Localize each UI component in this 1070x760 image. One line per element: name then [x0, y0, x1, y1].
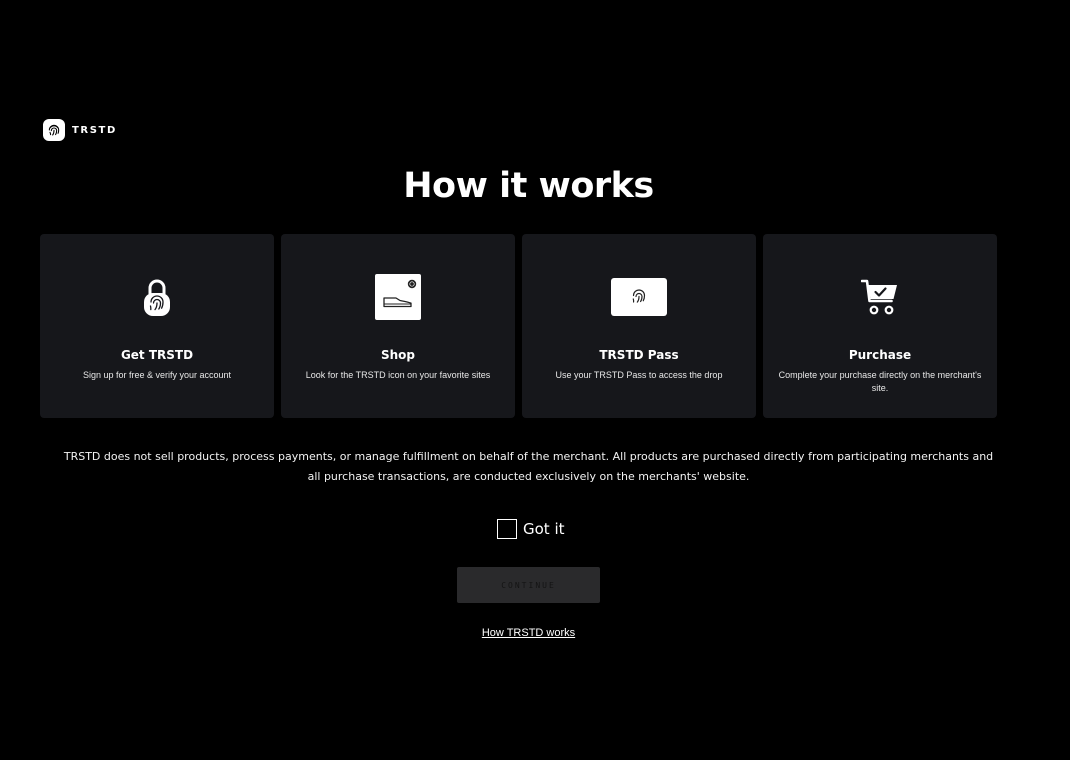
- step-title: TRSTD Pass: [599, 348, 679, 362]
- step-card-shop: Shop Look for the TRSTD icon on your fav…: [281, 234, 515, 418]
- step-card-purchase: Purchase Complete your purchase directly…: [763, 234, 997, 418]
- step-description: Sign up for free & verify your account: [82, 370, 232, 380]
- brand-logo[interactable]: TRSTD: [43, 119, 117, 141]
- got-it-checkbox-row[interactable]: Got it: [497, 519, 565, 539]
- pass-card-icon: [522, 274, 756, 320]
- page-title: How it works: [403, 166, 654, 206]
- how-trstd-works-link[interactable]: How TRSTD works: [482, 627, 575, 639]
- step-title: Get TRSTD: [120, 348, 194, 362]
- how-trstd-works-row: How TRSTD works: [0, 623, 1057, 641]
- brand-name: TRSTD: [72, 124, 117, 136]
- step-title: Shop: [380, 348, 416, 362]
- continue-button[interactable]: CONTINUE: [457, 567, 600, 603]
- steps-list: Get TRSTD Sign up for free & verify your…: [40, 234, 997, 418]
- step-description: Use your TRSTD Pass to access the drop: [555, 370, 723, 380]
- fingerprint-lock-icon: [40, 274, 274, 320]
- how-it-works-page: TRSTD How it works Get TRSTD Sign up for…: [0, 0, 1070, 760]
- step-card-get-trstd: Get TRSTD Sign up for free & verify your…: [40, 234, 274, 418]
- step-card-trstd-pass: TRSTD Pass Use your TRSTD Pass to access…: [522, 234, 756, 418]
- merchant-disclaimer: TRSTD does not sell products, process pa…: [63, 450, 994, 483]
- step-title: Purchase: [848, 348, 912, 362]
- step-description: Look for the TRSTD icon on your favorite…: [305, 370, 491, 380]
- got-it-checkbox[interactable]: [497, 519, 517, 539]
- step-description: Complete your purchase directly on the m…: [778, 370, 982, 393]
- product-card-icon: [281, 274, 515, 320]
- fingerprint-icon: [43, 119, 65, 141]
- shopping-cart-check-icon: [763, 274, 997, 320]
- got-it-label[interactable]: Got it: [523, 520, 565, 538]
